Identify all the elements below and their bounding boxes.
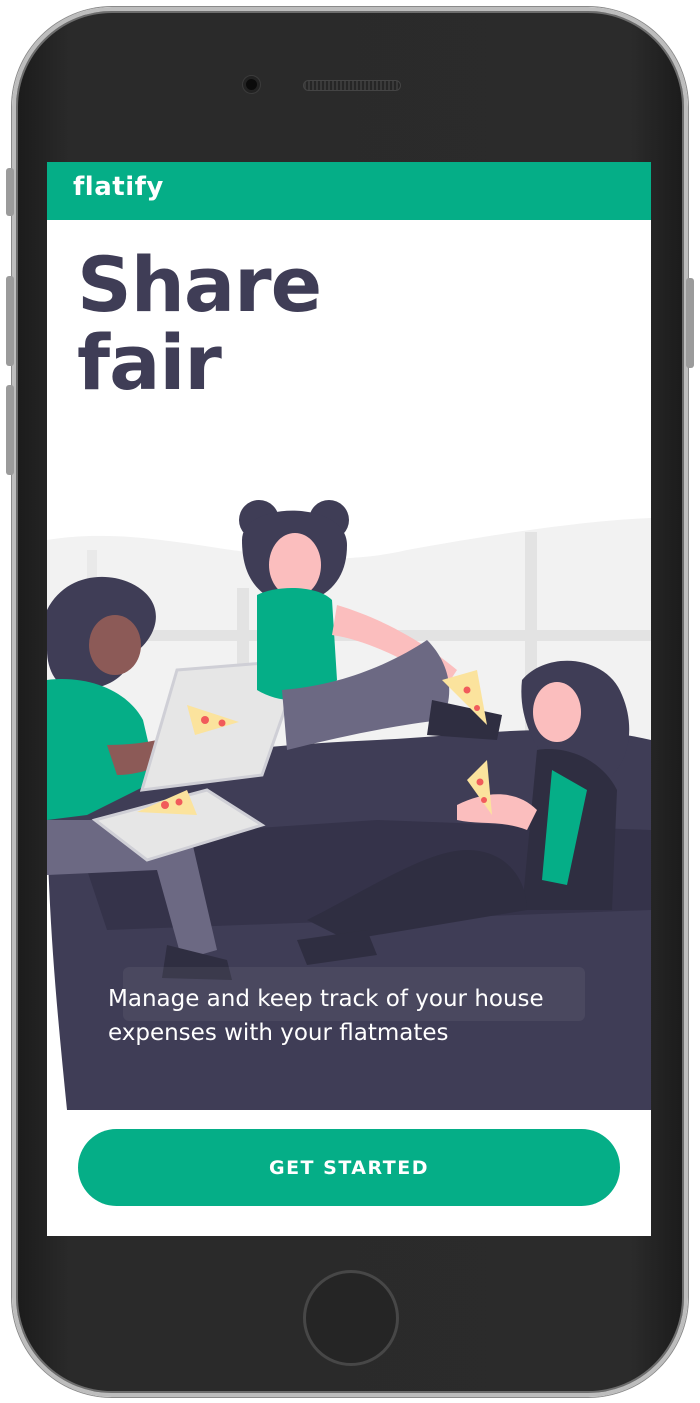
headline-line-1: Share	[77, 240, 322, 329]
speaker-grille	[303, 80, 401, 91]
brand-logo[interactable]: flatify	[73, 172, 164, 202]
subtitle-line-1: Manage and keep track of your house	[108, 986, 544, 1012]
subtitle-line-2: expenses with your flatmates	[108, 1020, 449, 1046]
headline-line-2: fair	[77, 318, 222, 407]
camera-icon	[243, 76, 260, 93]
hero-headline: Share fair	[77, 246, 497, 402]
app-screen: flatify Share fair Manage and keep track…	[47, 162, 651, 1236]
app-header: flatify	[47, 162, 651, 220]
mute-switch	[6, 168, 14, 216]
power-button	[686, 278, 694, 368]
hero-subtitle: Manage and keep track of your house expe…	[108, 982, 628, 1050]
get-started-button[interactable]: GET STARTED	[78, 1129, 620, 1206]
volume-up-button	[6, 276, 14, 366]
volume-down-button	[6, 385, 14, 475]
home-button-icon[interactable]	[303, 1270, 399, 1366]
